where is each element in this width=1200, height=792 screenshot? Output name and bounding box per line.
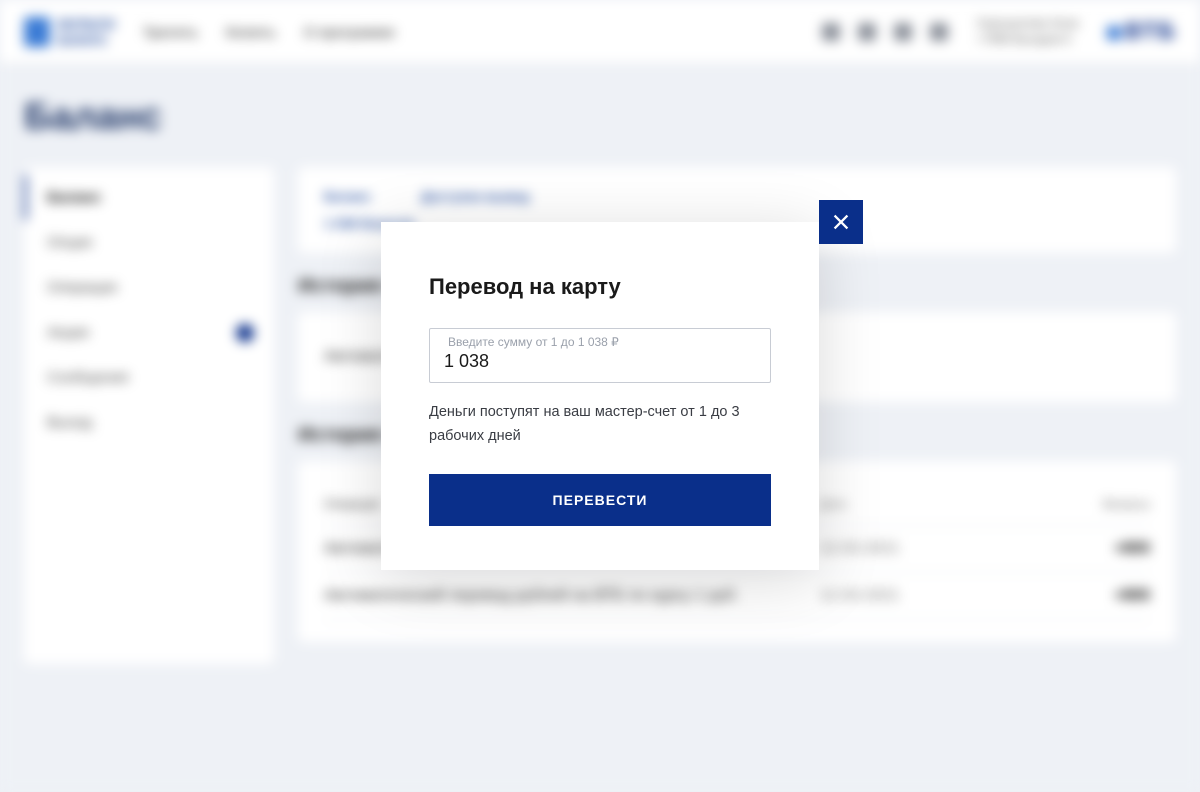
modal-title: Перевод на карту bbox=[429, 274, 771, 300]
transfer-button[interactable]: ПЕРЕВЕСТИ bbox=[429, 474, 771, 526]
amount-input-label: Введите сумму от 1 до 1 038 ₽ bbox=[448, 335, 619, 349]
close-icon bbox=[830, 211, 852, 233]
transfer-modal: Перевод на карту Введите сумму от 1 до 1… bbox=[381, 222, 819, 569]
modal-note: Деньги поступят на ваш мастер-счет от 1 … bbox=[429, 401, 771, 447]
close-button[interactable] bbox=[819, 200, 863, 244]
amount-input[interactable] bbox=[444, 351, 756, 372]
modal-overlay: Перевод на карту Введите сумму от 1 до 1… bbox=[0, 0, 1200, 792]
amount-input-wrap[interactable]: Введите сумму от 1 до 1 038 ₽ bbox=[429, 328, 771, 383]
